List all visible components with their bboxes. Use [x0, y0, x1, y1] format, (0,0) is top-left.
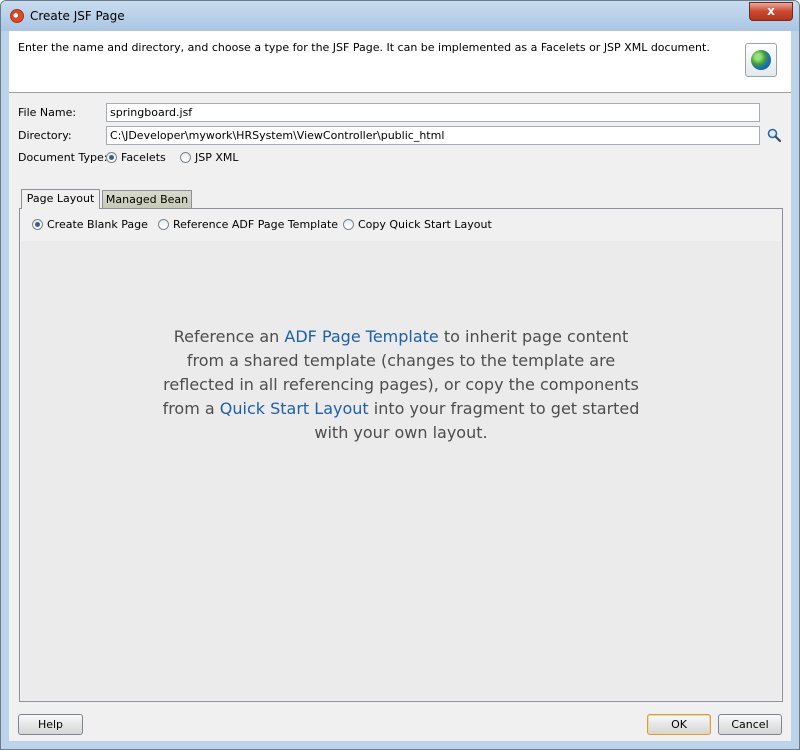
radio-indicator: [180, 152, 191, 163]
radio-label: Facelets: [121, 151, 166, 164]
radio-label: Copy Quick Start Layout: [358, 218, 492, 231]
title-bar[interactable]: Create JSF Page x: [1, 1, 799, 31]
ok-button[interactable]: OK: [647, 714, 711, 735]
dialog-client-area: Enter the name and directory, and choose…: [9, 31, 791, 741]
directory-input[interactable]: [106, 126, 760, 145]
radio-indicator: [32, 219, 43, 230]
dialog-window: Create JSF Page x Enter the name and dir…: [0, 0, 800, 750]
adf-page-template-link[interactable]: ADF Page Template: [284, 327, 438, 346]
quick-start-layout-link[interactable]: Quick Start Layout: [220, 399, 369, 418]
document-type-jspxml-radio[interactable]: JSP XML: [180, 151, 239, 164]
directory-label: Directory:: [18, 129, 72, 142]
radio-indicator: [106, 152, 117, 163]
document-type-facelets-radio[interactable]: Facelets: [106, 151, 166, 164]
radio-label: Create Blank Page: [47, 218, 148, 231]
radio-label: Reference ADF Page Template: [173, 218, 339, 231]
create-blank-page-radio[interactable]: Create Blank Page: [32, 218, 148, 231]
help-button[interactable]: Help: [18, 714, 83, 735]
header-icon-box: [745, 43, 777, 77]
browse-search-icon[interactable]: [767, 128, 781, 142]
tab-page-layout[interactable]: Page Layout: [21, 189, 100, 209]
header-panel: Enter the name and directory, and choose…: [9, 31, 791, 93]
globe-icon: [751, 50, 771, 70]
radio-indicator: [343, 219, 354, 230]
radio-label: JSP XML: [195, 151, 239, 164]
radio-indicator: [158, 219, 169, 230]
file-name-label: File Name:: [18, 106, 77, 119]
layout-preview-area: Reference an ADF Page Template to inheri…: [21, 241, 781, 700]
file-name-input[interactable]: [106, 103, 760, 122]
copy-quick-start-layout-radio[interactable]: Copy Quick Start Layout: [343, 218, 492, 231]
layout-info-text: Reference an ADF Page Template to inheri…: [161, 325, 641, 445]
window-title: Create JSF Page: [30, 9, 125, 23]
info-text-part: Reference an: [173, 327, 285, 346]
cancel-button[interactable]: Cancel: [718, 714, 782, 735]
page-layout-panel: Create Blank Page Reference ADF Page Tem…: [19, 208, 783, 702]
tab-managed-bean[interactable]: Managed Bean: [102, 190, 192, 209]
jdeveloper-app-icon: [10, 9, 24, 23]
close-button[interactable]: x: [749, 2, 793, 21]
header-description: Enter the name and directory, and choose…: [18, 41, 710, 54]
reference-adf-template-radio[interactable]: Reference ADF Page Template: [158, 218, 338, 231]
document-type-label: Document Type:: [18, 151, 108, 164]
